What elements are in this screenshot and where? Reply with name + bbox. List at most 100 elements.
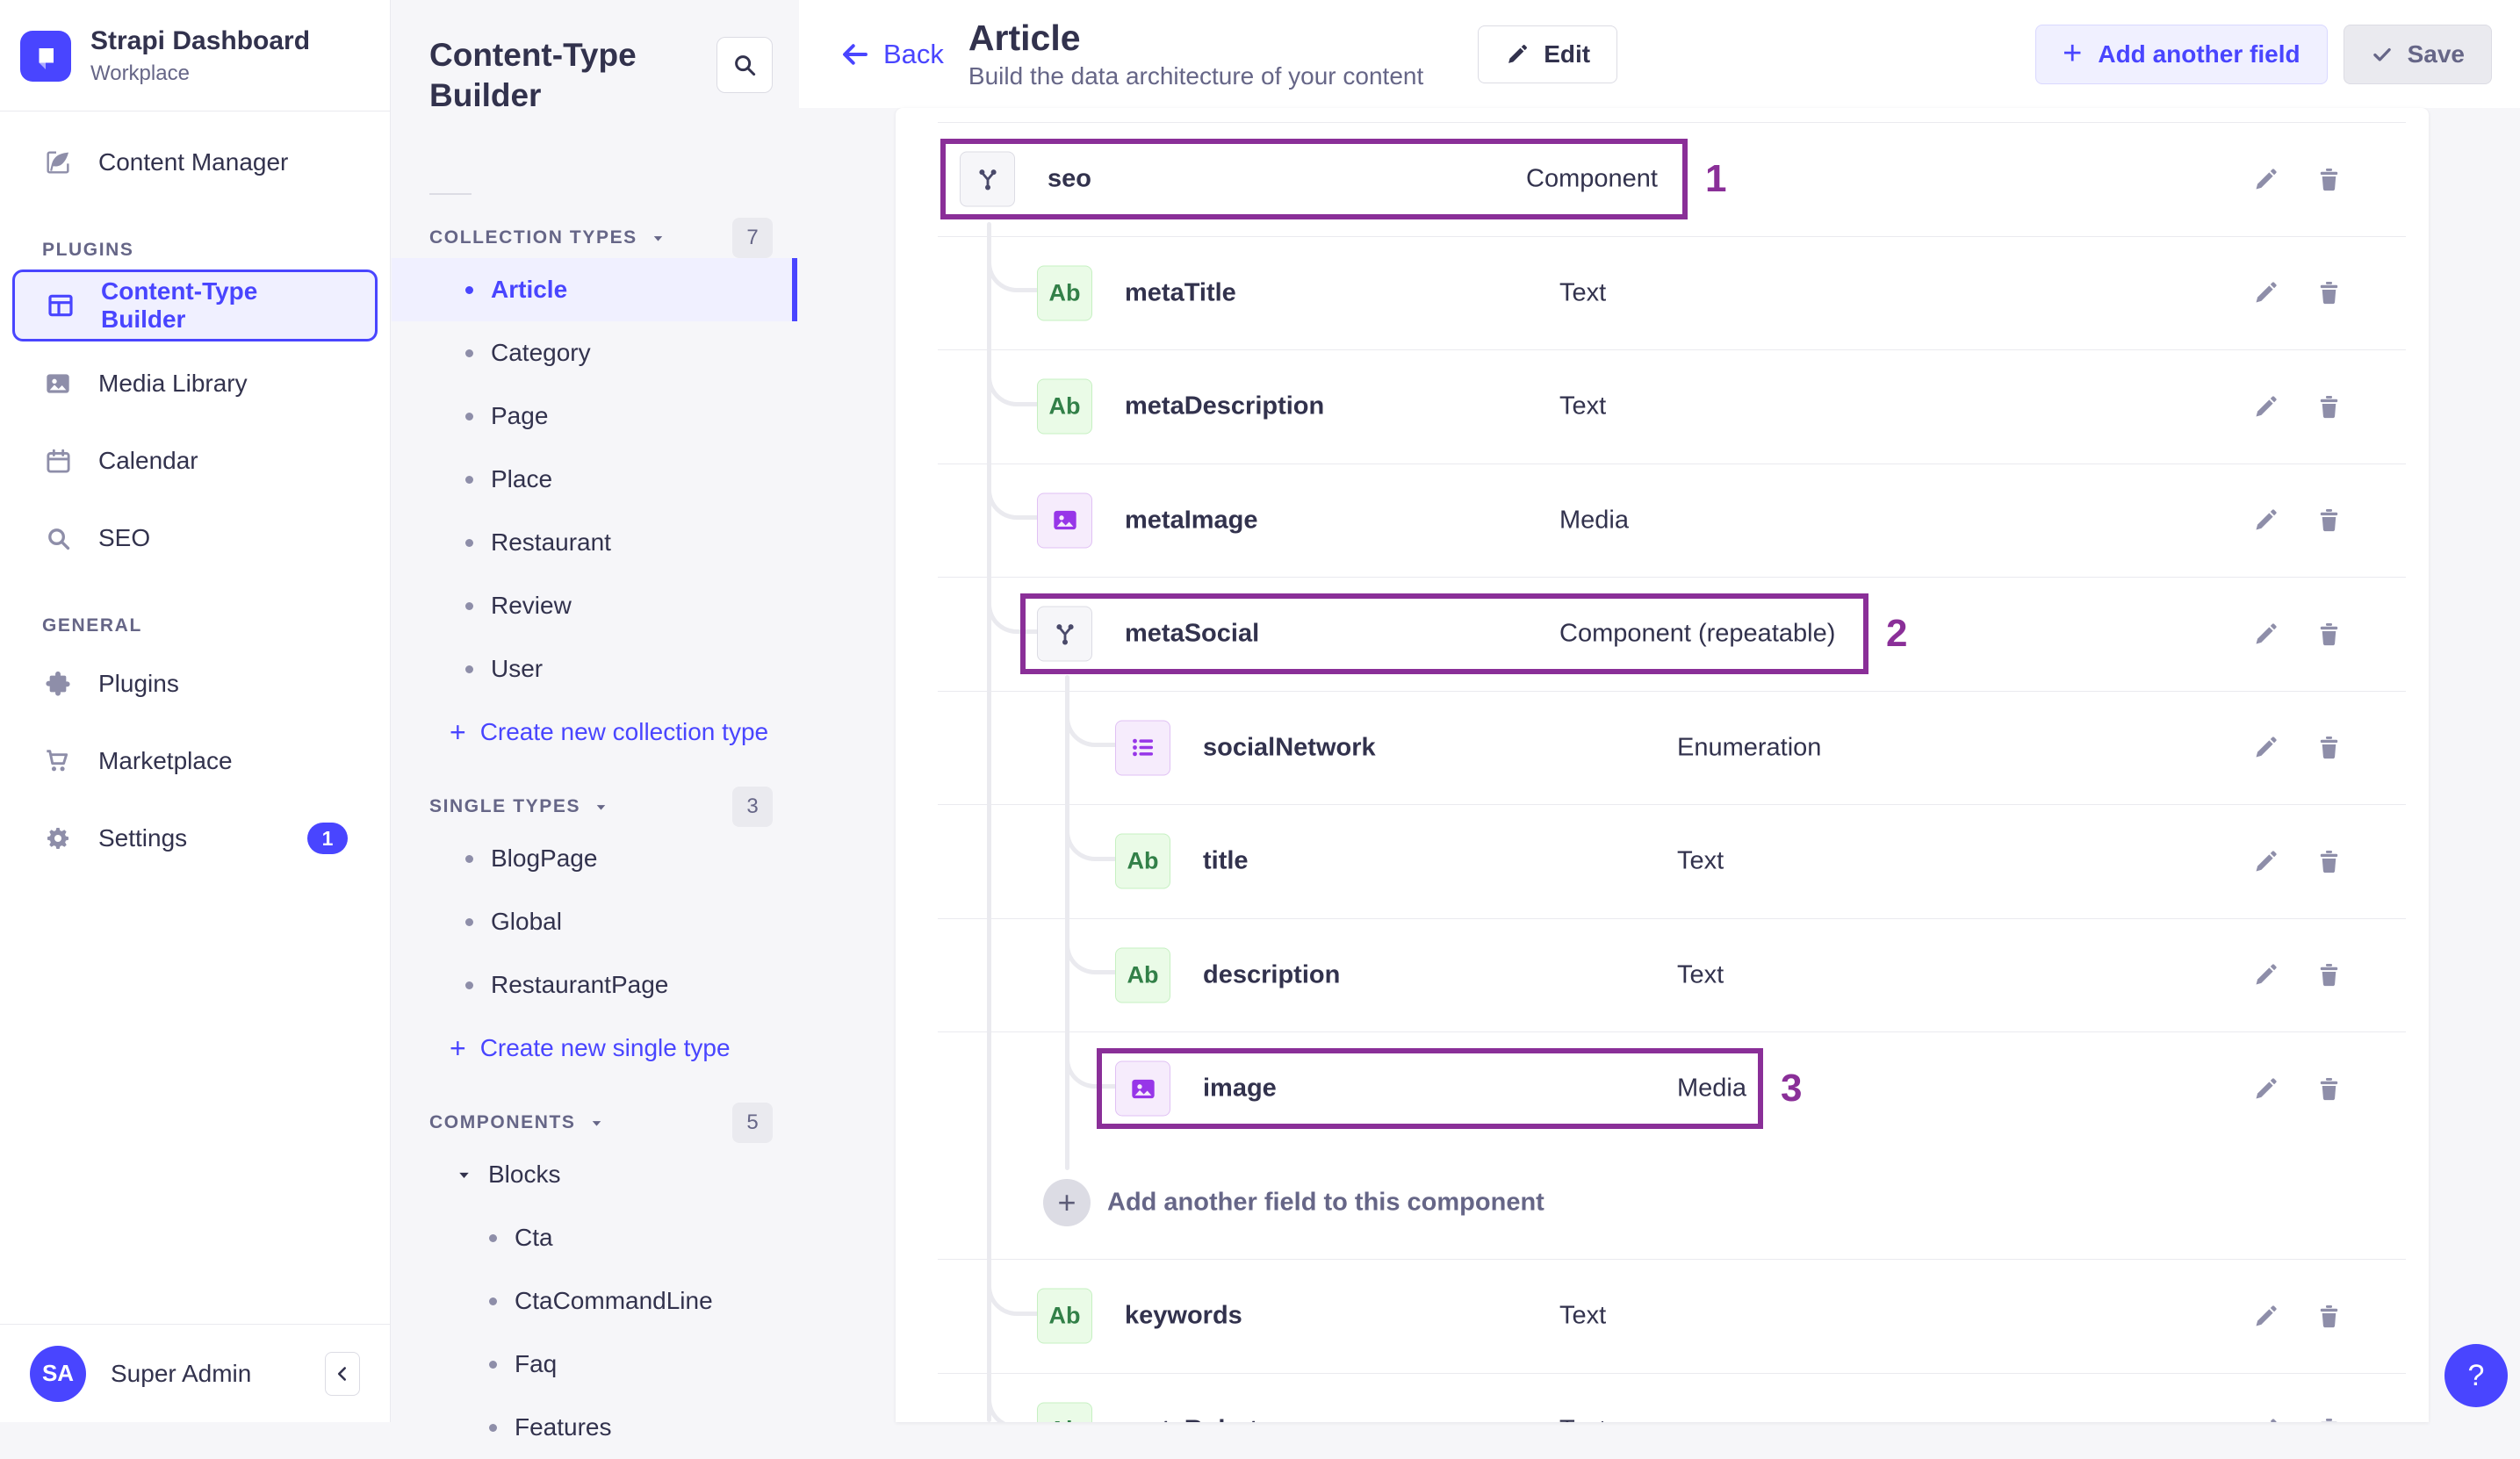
sidebar-item-settings[interactable]: Settings1 [12, 800, 378, 877]
ctb-item-label: Cta [515, 1224, 553, 1252]
edit-label: Edit [1544, 40, 1590, 68]
app-subtitle: Workplace [90, 61, 310, 86]
field-name: title [1203, 847, 1249, 876]
add-field-to-component-row: +Add another field to this component [896, 1146, 2429, 1260]
bullet-icon [465, 602, 473, 610]
edit-field-button[interactable] [2245, 955, 2286, 995]
ctb-item-place[interactable]: Place [392, 448, 797, 511]
chevron-down-icon [593, 799, 609, 816]
pencil-icon [2252, 621, 2279, 648]
edit-field-button[interactable] [2245, 1410, 2286, 1423]
ctb-item-label: Features [515, 1413, 612, 1441]
delete-field-button[interactable] [2308, 273, 2349, 313]
ctb-item-page[interactable]: Page [392, 385, 797, 448]
help-button[interactable]: ? [2444, 1344, 2508, 1407]
bullet-icon [489, 1361, 497, 1369]
edit-field-button[interactable] [2245, 159, 2286, 199]
ctb-item-user[interactable]: User [392, 637, 797, 701]
field-name: metaImage [1125, 506, 1258, 535]
bullet-icon [465, 286, 473, 294]
edit-field-button[interactable] [2245, 1296, 2286, 1336]
ctb-item-global[interactable]: Global [392, 890, 797, 953]
sidebar-item-seo[interactable]: SEO [12, 500, 378, 577]
edit-button[interactable]: Edit [1478, 25, 1617, 83]
edit-field-button[interactable] [2245, 273, 2286, 313]
page-subtitle: Build the data architecture of your cont… [968, 62, 1423, 90]
delete-field-button[interactable] [2308, 1296, 2349, 1336]
chevron-down-icon [455, 1166, 473, 1184]
ctb-group-blocks[interactable]: Blocks [392, 1143, 773, 1206]
field-type: Enumeration [1677, 733, 1821, 762]
ctb-item-restaurantpage[interactable]: RestaurantPage [392, 953, 797, 1017]
create-new-collection-type-link[interactable]: +Create new collection type [392, 701, 773, 764]
sidebar-item-calendar[interactable]: Calendar [12, 422, 378, 500]
delete-field-button[interactable] [2308, 1410, 2349, 1423]
ctb-item-features[interactable]: Features [392, 1396, 797, 1459]
ctb-item-label: Restaurant [491, 528, 611, 557]
sidebar-item-marketplace[interactable]: Marketplace [12, 722, 378, 800]
field-row-metaimage: metaImageMedia [896, 464, 2429, 578]
sidebar-item-content-type-builder[interactable]: Content-Type Builder [12, 270, 378, 341]
delete-field-button[interactable] [2308, 955, 2349, 995]
ctb-item-ctacommandline[interactable]: CtaCommandLine [392, 1269, 797, 1333]
add-another-field-button[interactable]: + Add another field [2035, 25, 2327, 84]
app-title: Strapi Dashboard [90, 26, 310, 56]
ctb-item-restaurant[interactable]: Restaurant [392, 511, 797, 574]
edit-field-button[interactable] [2245, 500, 2286, 541]
delete-field-button[interactable] [2308, 614, 2349, 654]
field-type: Text [1559, 392, 1606, 421]
ctb-item-faq[interactable]: Faq [392, 1333, 797, 1396]
row-divider [938, 1031, 2406, 1032]
row-divider [938, 349, 2406, 350]
count-badge: 7 [732, 218, 773, 258]
field-row-title: Ab title Text [896, 804, 2429, 918]
pencil-icon [1505, 42, 1530, 67]
feather-pen-icon [42, 148, 74, 176]
bullet-icon [489, 1424, 497, 1432]
delete-field-button[interactable] [2308, 1068, 2349, 1109]
edit-field-button[interactable] [2245, 728, 2286, 768]
delete-field-button[interactable] [2308, 386, 2349, 427]
ctb-item-article[interactable]: Article [392, 258, 797, 321]
field-type: Text [1559, 1415, 1606, 1422]
sidebar-item-label: Media Library [98, 370, 248, 398]
row-divider [938, 577, 2406, 578]
trash-icon [2315, 507, 2343, 534]
edit-field-button[interactable] [2245, 841, 2286, 881]
edit-field-button[interactable] [2245, 386, 2286, 427]
edit-field-button[interactable] [2245, 1068, 2286, 1109]
ctb-item-review[interactable]: Review [392, 574, 797, 637]
delete-field-button[interactable] [2308, 500, 2349, 541]
plus-icon: + [450, 716, 466, 749]
ctb-section-header-collection-types[interactable]: COLLECTION TYPES7 [429, 218, 773, 258]
ctb-item-cta[interactable]: Cta [392, 1206, 797, 1269]
field-type: Text [1677, 847, 1724, 876]
field-name: description [1203, 960, 1340, 989]
delete-field-button[interactable] [2308, 841, 2349, 881]
ctb-item-label: Article [491, 276, 567, 304]
ctb-section-header-components[interactable]: COMPONENTS5 [429, 1103, 773, 1143]
collapse-sidebar-button[interactable] [325, 1352, 360, 1396]
sidebar-item-label: Settings [98, 824, 187, 852]
ctb-section-header-single-types[interactable]: SINGLE TYPES3 [429, 787, 773, 827]
sidebar-item-plugins[interactable]: Plugins [12, 645, 378, 722]
text-field-icon: Ab [1115, 834, 1170, 889]
ctb-item-blogpage[interactable]: BlogPage [392, 827, 797, 890]
back-link[interactable]: Back [839, 39, 944, 70]
layout-grid-icon [45, 291, 76, 320]
edit-field-button[interactable] [2245, 614, 2286, 654]
sidebar-item-content-manager[interactable]: Content Manager [12, 124, 378, 201]
add-field-to-component-button[interactable]: + [1043, 1179, 1091, 1226]
trash-icon [2315, 734, 2343, 761]
save-button[interactable]: Save [2344, 25, 2492, 84]
delete-field-button[interactable] [2308, 728, 2349, 768]
create-new-single-type-link[interactable]: +Create new single type [392, 1017, 773, 1080]
sidebar-item-media-library[interactable]: Media Library [12, 345, 378, 422]
delete-field-button[interactable] [2308, 159, 2349, 199]
bullet-icon [465, 981, 473, 989]
search-button[interactable] [716, 37, 773, 93]
pencil-icon [2252, 848, 2279, 875]
fields-card: seoComponentAbmetaTitleTextAbmetaDescrip… [896, 108, 2429, 1422]
section-header-general: GENERAL [42, 615, 378, 636]
ctb-item-category[interactable]: Category [392, 321, 797, 385]
